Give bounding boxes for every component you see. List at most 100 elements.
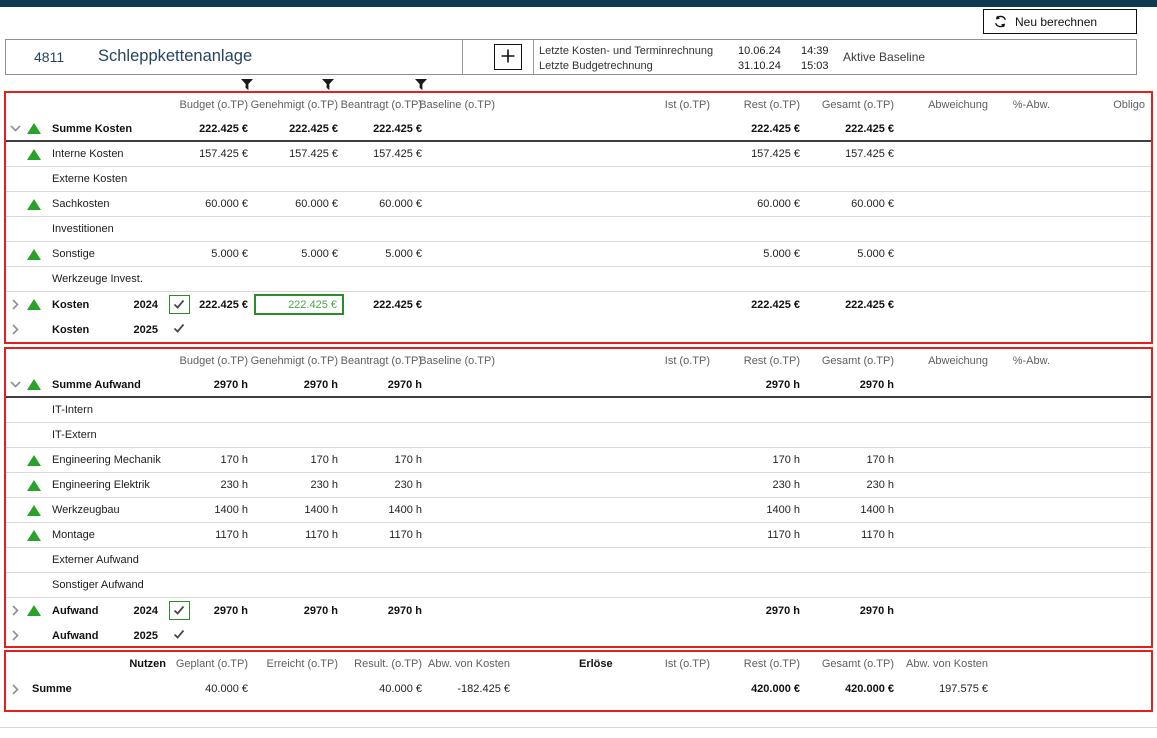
table-row[interactable]: IT-Extern xyxy=(6,423,1151,448)
cell-pctabw xyxy=(994,192,1056,216)
cell-abweichung xyxy=(900,448,994,472)
cell-rest xyxy=(716,398,806,422)
table-row[interactable]: Kosten2024222.425 €222.425 €222.425 €222… xyxy=(6,292,1151,317)
cell-budget: 2970 h xyxy=(196,373,254,396)
table-row[interactable]: Summe Kosten222.425 €222.425 €222.425 €2… xyxy=(6,117,1151,142)
trend-up-indicator-icon xyxy=(24,373,44,396)
cell-abweichung xyxy=(900,548,994,572)
chevron-right-icon[interactable] xyxy=(6,623,24,648)
check-cell xyxy=(162,317,196,342)
row-year: 2024 xyxy=(116,598,162,623)
chevron-down-icon[interactable] xyxy=(6,373,24,396)
cell-rest: 2970 h xyxy=(716,373,806,396)
indicator-placeholder xyxy=(24,398,44,422)
filter-icon[interactable] xyxy=(240,78,254,91)
cell-baseline xyxy=(428,292,501,317)
check-cell xyxy=(162,167,196,191)
cell-abweichung xyxy=(900,317,994,342)
filter-icon[interactable] xyxy=(414,78,428,91)
expand-plus-button[interactable] xyxy=(494,44,522,70)
table-row[interactable]: Summe40.000 €40.000 €-182.425 €420.000 €… xyxy=(6,676,1151,702)
cell-spacer xyxy=(501,117,598,140)
cell-budget: 170 h xyxy=(196,448,254,472)
row-label: Werkzeuge Invest. xyxy=(44,267,116,291)
cell-beantragt: 230 h xyxy=(344,473,428,497)
cell-budget: 5.000 € xyxy=(196,242,254,266)
column-header-row: Budget (o.TP)Genehmigt (o.TP)Beantragt (… xyxy=(6,349,1151,373)
check-cell xyxy=(162,292,196,317)
indicator-placeholder xyxy=(24,573,44,597)
row-label: Externe Kosten xyxy=(44,167,116,191)
cell-baseline xyxy=(428,523,501,547)
table-row[interactable]: Aufwand2025 xyxy=(6,623,1151,648)
recalculate-button[interactable]: Neu berechnen xyxy=(983,9,1137,34)
cell-abweichung xyxy=(900,142,994,166)
cell-genehmigt: 170 h xyxy=(254,448,344,472)
top-navigation-bar xyxy=(0,0,1157,7)
row-year xyxy=(116,548,162,572)
calc-info-date: 31.10.24 xyxy=(738,60,801,72)
table-row[interactable]: IT-Intern xyxy=(6,398,1151,423)
row-year xyxy=(116,423,162,447)
cell-spacer xyxy=(501,267,598,291)
table-row[interactable]: Sonstige5.000 €5.000 €5.000 €5.000 €5.00… xyxy=(6,242,1151,267)
year-checkbox[interactable] xyxy=(169,601,190,620)
chevron-right-icon[interactable] xyxy=(6,676,24,702)
row-label: Investitionen xyxy=(44,217,116,241)
table-row[interactable]: Montage1170 h1170 h1170 h1170 h1170 h xyxy=(6,523,1151,548)
header-divider xyxy=(462,40,463,74)
cell-spacer xyxy=(501,142,598,166)
table-row[interactable]: Summe Aufwand2970 h2970 h2970 h2970 h297… xyxy=(6,373,1151,398)
table-row[interactable]: Werkzeuge Invest. xyxy=(6,267,1151,292)
cell-rest: 420.000 € xyxy=(716,676,806,702)
chevron-down-icon[interactable] xyxy=(6,117,24,140)
editable-value-cell[interactable]: 222.425 € xyxy=(254,294,344,315)
table-row[interactable]: Werkzeugbau1400 h1400 h1400 h1400 h1400 … xyxy=(6,498,1151,523)
check-cell xyxy=(162,373,196,396)
expander-placeholder xyxy=(6,192,24,216)
cell-spacer xyxy=(501,523,598,547)
table-row[interactable]: Investitionen xyxy=(6,217,1151,242)
table-row[interactable]: Kosten2025 xyxy=(6,317,1151,342)
cell-obligo xyxy=(1056,142,1151,166)
table-row[interactable]: Engineering Elektrik230 h230 h230 h230 h… xyxy=(6,473,1151,498)
table-row[interactable]: Externer Aufwand xyxy=(6,548,1151,573)
table-row[interactable]: Externe Kosten xyxy=(6,167,1151,192)
cell-genehmigt: 157.425 € xyxy=(254,142,344,166)
cell-beantragt xyxy=(344,573,428,597)
column-header-rest: Rest (o.TP) xyxy=(716,349,806,373)
filter-icon[interactable] xyxy=(321,78,335,91)
year-checkbox[interactable] xyxy=(169,295,190,314)
cell-spacer xyxy=(501,448,598,472)
cell-ist xyxy=(598,292,716,317)
table-row[interactable]: Sachkosten60.000 €60.000 €60.000 €60.000… xyxy=(6,192,1151,217)
cell-beantragt: 1170 h xyxy=(344,523,428,547)
expander-placeholder xyxy=(6,473,24,497)
cell-budget xyxy=(196,398,254,422)
table-row[interactable]: Interne Kosten157.425 €157.425 €157.425 … xyxy=(6,142,1151,167)
cell-abweichung xyxy=(900,217,994,241)
chevron-right-icon[interactable] xyxy=(6,317,24,342)
table-row[interactable]: Sonstiger Aufwand xyxy=(6,573,1151,598)
chevron-right-icon[interactable] xyxy=(6,292,24,317)
check-cell xyxy=(162,598,196,623)
cell-obligo xyxy=(1056,167,1151,191)
cell-pctabw xyxy=(994,167,1056,191)
column-header-genehmigt: Genehmigt (o.TP) xyxy=(254,349,344,373)
cell-ist xyxy=(598,498,716,522)
cell-beantragt: 222.425 € xyxy=(344,292,428,317)
cell-gesamt xyxy=(806,167,900,191)
row-year xyxy=(116,267,162,291)
table-row[interactable]: Aufwand20242970 h2970 h2970 h2970 h2970 … xyxy=(6,598,1151,623)
column-header-baseline: Baseline (o.TP) xyxy=(428,349,501,373)
plus-icon xyxy=(500,48,516,67)
indicator-placeholder xyxy=(24,317,44,342)
chevron-right-icon[interactable] xyxy=(6,598,24,623)
recalculate-label: Neu berechnen xyxy=(1015,15,1097,29)
cost-table: Budget (o.TP)Genehmigt (o.TP)Beantragt (… xyxy=(4,91,1153,344)
column-header-obligo: Obligo xyxy=(1056,93,1151,117)
header-spacer xyxy=(44,349,116,373)
table-row[interactable]: Engineering Mechanik170 h170 h170 h170 h… xyxy=(6,448,1151,473)
cell-pctabw xyxy=(994,548,1056,572)
expander-placeholder xyxy=(6,242,24,266)
